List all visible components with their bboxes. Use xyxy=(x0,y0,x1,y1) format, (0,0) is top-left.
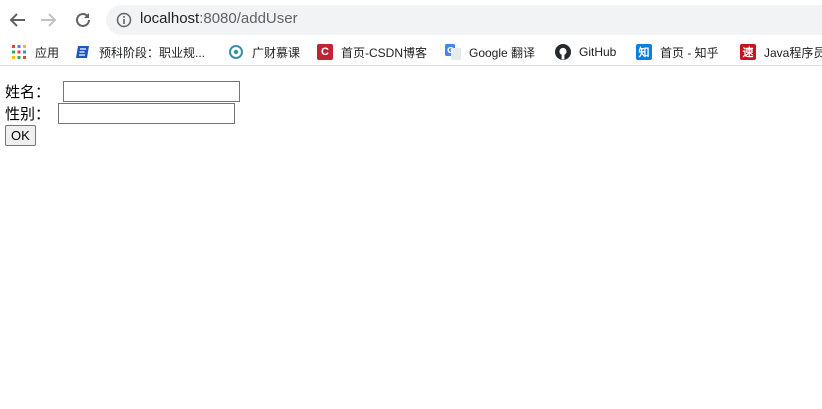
svg-text:G: G xyxy=(447,46,454,55)
github-icon xyxy=(555,44,571,60)
bookmark-csdn[interactable]: C Google 翻译 首页-CSDN博客 xyxy=(317,43,427,61)
zhihu-icon: 知 xyxy=(636,44,652,60)
ok-button[interactable]: OK xyxy=(5,125,36,146)
bookmark-edu[interactable]: 预科阶段：职业规... xyxy=(75,43,205,61)
back-button[interactable] xyxy=(6,8,30,32)
reload-icon xyxy=(76,12,90,27)
info-icon[interactable] xyxy=(116,12,132,28)
java-icon: 速 xyxy=(740,44,756,60)
arrow-right-icon xyxy=(41,13,57,27)
address-bar[interactable]: localhost:8080/addUser xyxy=(106,5,822,35)
bookmark-zhihu[interactable]: 知 首页 - 知乎 xyxy=(636,43,719,61)
arrow-left-icon xyxy=(9,13,25,27)
gender-row: 性别： xyxy=(5,102,240,124)
bookmark-label: 应用 xyxy=(35,45,60,60)
csdn-icon: C xyxy=(317,44,333,60)
bookmarks-bar: 应用 预科阶段：职业规... 广财慕课 C Google 翻译 首页-CSDN博… xyxy=(0,39,822,66)
add-user-form: 姓名： 性别： OK xyxy=(5,80,241,146)
name-input[interactable] xyxy=(63,80,241,102)
gender-label: 性别： xyxy=(5,104,51,123)
name-row: 姓名： xyxy=(5,80,241,102)
name-label: 姓名： xyxy=(5,82,51,101)
reload-button[interactable] xyxy=(71,8,95,32)
google-translate-icon: G xyxy=(445,44,461,60)
bookmark-label: Java程序员 xyxy=(764,45,822,60)
mooc-icon xyxy=(228,44,244,60)
bookmark-github[interactable]: GitHub xyxy=(555,43,616,61)
url-path: :8080/addUser xyxy=(199,10,298,27)
bookmark-apps[interactable]: 应用 xyxy=(11,43,59,61)
edu-icon xyxy=(75,44,91,60)
bookmark-label: Google 翻译 xyxy=(469,45,536,60)
bookmark-google-translate[interactable]: G Google 翻译 xyxy=(445,43,535,61)
apps-grid-icon xyxy=(11,44,27,60)
bookmark-mooc[interactable]: 广财慕课 xyxy=(228,43,300,61)
url-text[interactable]: localhost:8080/addUser xyxy=(140,10,298,27)
bookmark-label: GitHub xyxy=(579,45,617,59)
bookmark-label: 首页-CSDN博客 xyxy=(341,45,427,60)
bookmark-label: 首页 - 知乎 xyxy=(660,45,719,60)
bookmark-label: 广财慕课 xyxy=(252,45,301,60)
bookmark-java[interactable]: 速 Java程序员 xyxy=(740,43,822,61)
gender-input[interactable] xyxy=(58,102,236,124)
forward-button[interactable] xyxy=(36,8,60,32)
browser-toolbar: localhost:8080/addUser xyxy=(0,0,822,39)
url-host: localhost xyxy=(140,10,200,27)
bookmark-label: 预科阶段：职业规... xyxy=(99,45,206,60)
